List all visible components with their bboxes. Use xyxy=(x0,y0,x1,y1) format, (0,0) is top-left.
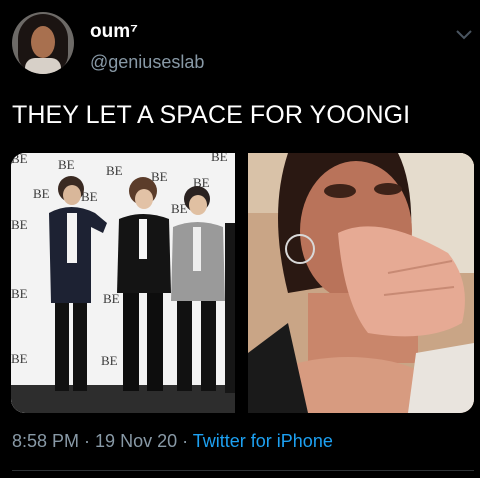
meta-separator: · xyxy=(79,431,96,451)
backdrop-logo: BE xyxy=(11,286,28,301)
avatar-clothing xyxy=(25,58,61,74)
backdrop-logo: BE xyxy=(101,353,118,368)
backdrop-logo: BE xyxy=(11,153,28,166)
tweet-photo-group[interactable]: BE BE BE BE BE BE BE BE BE BE BE BE BE B… xyxy=(11,153,235,413)
meta-separator: · xyxy=(177,431,193,451)
backdrop-logo: BE xyxy=(106,163,123,178)
tweet-meta: 8:58 PM · 19 Nov 20 · Twitter for iPhone xyxy=(12,431,333,452)
divider xyxy=(12,470,474,471)
tweet-time[interactable]: 8:58 PM xyxy=(12,431,79,451)
backdrop-logo: BE xyxy=(103,291,120,306)
tweet-date[interactable]: 19 Nov 20 xyxy=(95,431,177,451)
backdrop-logo: BE xyxy=(11,351,28,366)
backdrop-logo: BE xyxy=(11,217,28,232)
tweet-source-link[interactable]: Twitter for iPhone xyxy=(193,431,333,451)
backdrop-logo: BE xyxy=(33,186,50,201)
tweet-text: THEY LET A SPACE FOR YOONGI xyxy=(12,101,411,129)
author-handle[interactable]: @geniuseslab xyxy=(90,52,204,73)
backdrop-logo: BE xyxy=(211,153,228,164)
avatar[interactable] xyxy=(12,12,74,74)
avatar-face xyxy=(31,26,55,58)
chevron-down-icon[interactable] xyxy=(454,28,474,42)
author-display-name[interactable]: oum⁷ xyxy=(90,21,138,43)
backdrop-logo: BE xyxy=(58,157,75,172)
tweet-photo-reaction[interactable] xyxy=(248,153,474,413)
